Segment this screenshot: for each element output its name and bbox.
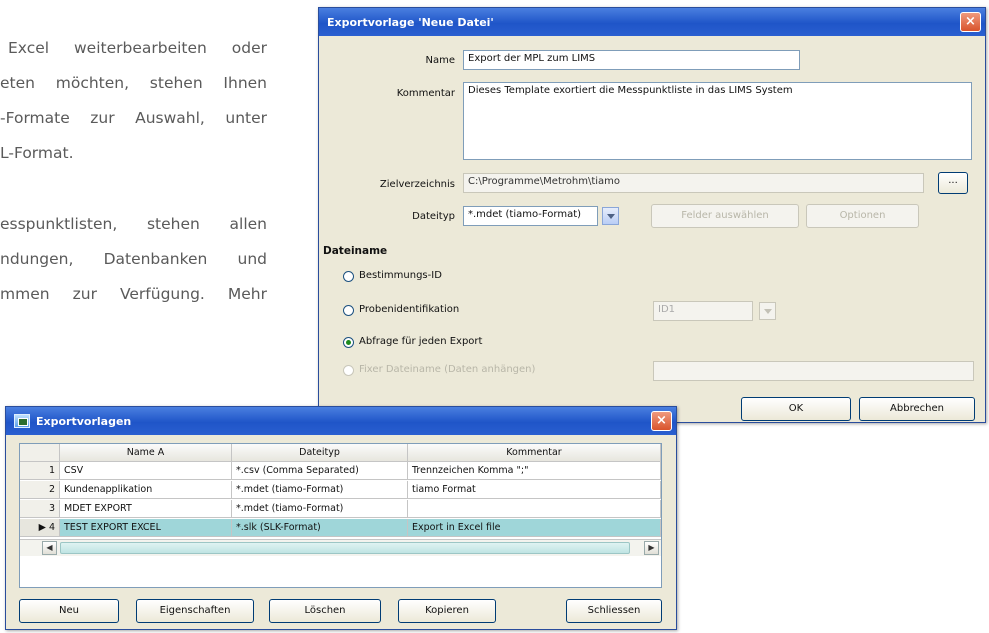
dialog-close-button[interactable]: × <box>960 12 981 32</box>
header-filetype[interactable]: Dateityp <box>232 444 408 462</box>
templates-title: Exportvorlagen <box>36 414 132 428</box>
name-input[interactable]: Export der MPL zum LIMS <box>463 50 800 70</box>
radio-ask-each-export[interactable] <box>343 337 354 348</box>
brochure-line: -Formate zur Auswahl, unter <box>0 109 267 127</box>
row-number: 3 <box>20 500 60 518</box>
comment-textarea[interactable]: Dieses Template exortiert die Messpunktl… <box>463 82 972 160</box>
filetype-select[interactable]: *.mdet (tiamo-Format) <box>463 206 598 226</box>
row-comment <box>408 500 661 518</box>
row-name: MDET EXPORT <box>60 500 232 518</box>
target-dir-input: C:\Programme\Metrohm\tiamo <box>463 173 924 193</box>
radio-fixed-filename-label: Fixer Dateiname (Daten anhängen) <box>359 364 536 375</box>
brochure-line: mmen zur Verfügung. Mehr <box>0 285 267 303</box>
brochure-line: L-Format. <box>0 144 74 162</box>
ok-button[interactable]: OK <box>741 397 851 421</box>
radio-sample-id[interactable] <box>343 305 354 316</box>
name-label: Name <box>425 55 455 66</box>
table-row[interactable]: 3 MDET EXPORT *.mdet (tiamo-Format) <box>20 500 661 518</box>
scrollbar-thumb[interactable] <box>60 542 630 554</box>
radio-sample-id-label: Probenidentifikation <box>359 304 460 315</box>
browse-button[interactable]: ... <box>938 172 968 194</box>
row-filetype: *.csv (Comma Separated) <box>232 462 408 480</box>
row-name: TEST EXPORT EXCEL <box>60 519 232 537</box>
properties-button[interactable]: Eigenschaften <box>136 599 254 623</box>
table-row[interactable]: 1 CSV *.csv (Comma Separated) Trennzeich… <box>20 462 661 480</box>
scroll-right-arrow-icon[interactable]: ▶ <box>644 541 659 555</box>
dialog-titlebar[interactable]: Exportvorlage 'Neue Datei' <box>319 8 985 36</box>
brochure-line: ndungen, Datenbanken und <box>0 250 267 268</box>
table-row-selected[interactable]: ▶ 4 TEST EXPORT EXCEL *.slk (SLK-Format)… <box>20 519 661 537</box>
brochure-line: esspunktlisten, stehen allen <box>0 215 267 233</box>
sample-id-select: ID1 <box>653 301 753 321</box>
radio-determination-id-label: Bestimmungs-ID <box>359 270 442 281</box>
export-templates-window: Exportvorlagen × Name A Dateityp Komment… <box>5 406 677 630</box>
table-row[interactable]: 2 Kundenapplikation *.mdet (tiamo-Format… <box>20 481 661 499</box>
comment-label: Kommentar <box>396 88 455 99</box>
radio-fixed-filename <box>343 365 354 376</box>
table-header: Name A Dateityp Kommentar <box>20 444 661 462</box>
header-name[interactable]: Name A <box>60 444 232 462</box>
row-name: CSV <box>60 462 232 480</box>
row-filetype: *.slk (SLK-Format) <box>232 519 408 537</box>
row-filetype: *.mdet (tiamo-Format) <box>232 481 408 499</box>
dialog-title: Exportvorlage 'Neue Datei' <box>327 15 494 29</box>
copy-button[interactable]: Kopieren <box>398 599 496 623</box>
row-name: Kundenapplikation <box>60 481 232 499</box>
select-fields-button: Felder auswählen <box>651 204 799 228</box>
templates-table: Name A Dateityp Kommentar 1 CSV *.csv (C… <box>19 443 662 588</box>
row-comment: tiamo Format <box>408 481 661 499</box>
new-button[interactable]: Neu <box>19 599 119 623</box>
row-number: ▶ 4 <box>20 519 60 537</box>
brochure-line: eten möchten, stehen Ihnen <box>0 74 267 92</box>
row-comment: Trennzeichen Komma ";" <box>408 462 661 480</box>
options-button: Optionen <box>806 204 919 228</box>
templates-app-icon <box>14 414 30 428</box>
radio-ask-each-export-label: Abfrage für jeden Export <box>359 336 483 347</box>
brochure-line: Excel weiterbearbeiten oder <box>8 39 267 57</box>
close-button[interactable]: Schliessen <box>566 599 662 623</box>
brochure-text: Excel weiterbearbeiten oder eten möchten… <box>0 0 300 330</box>
header-comment[interactable]: Kommentar <box>408 444 661 462</box>
header-rownum <box>20 444 60 462</box>
templates-titlebar[interactable]: Exportvorlagen <box>6 407 676 435</box>
row-filetype: *.mdet (tiamo-Format) <box>232 500 408 518</box>
scroll-left-arrow-icon[interactable]: ◀ <box>42 541 57 555</box>
filetype-label: Dateityp <box>412 211 455 222</box>
row-number: 2 <box>20 481 60 499</box>
horizontal-scrollbar[interactable]: ◀ ▶ <box>20 539 661 556</box>
delete-button[interactable]: Löschen <box>269 599 381 623</box>
filetype-dropdown-arrow[interactable] <box>602 207 619 225</box>
templates-close-button[interactable]: × <box>651 411 672 431</box>
export-template-dialog: Exportvorlage 'Neue Datei' × Name Export… <box>318 7 986 423</box>
row-number: 1 <box>20 462 60 480</box>
fixed-filename-input <box>653 361 974 381</box>
row-comment: Export in Excel file <box>408 519 661 537</box>
radio-determination-id[interactable] <box>343 271 354 282</box>
cancel-button[interactable]: Abbrechen <box>859 397 975 421</box>
sample-id-dropdown-arrow <box>759 302 776 320</box>
target-dir-label: Zielverzeichnis <box>379 179 455 190</box>
filename-section-title: Dateiname <box>323 245 388 257</box>
